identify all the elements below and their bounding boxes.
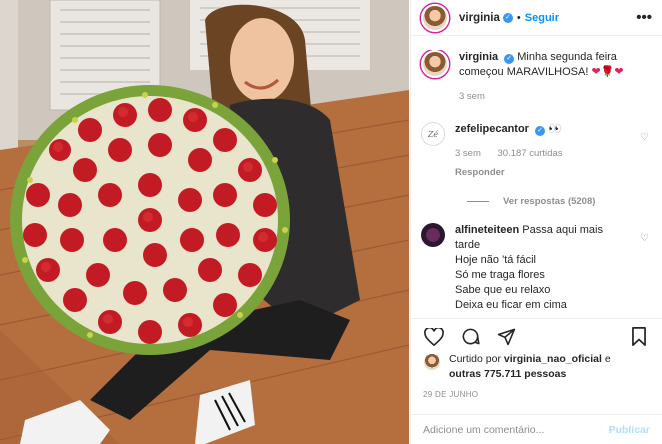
add-comment-bar: Publicar	[411, 414, 662, 444]
caption-time[interactable]: 3 sem	[459, 91, 485, 102]
separator-dot: •	[516, 11, 521, 24]
comments-list[interactable]: virginia ✓ Minha segunda feira começou M…	[411, 50, 662, 318]
caption: virginia ✓ Minha segunda feira começou M…	[421, 50, 652, 104]
comment-like-heart-icon[interactable]: ♡	[640, 233, 652, 244]
red-heart-emoji-icon: ❤	[591, 66, 601, 78]
liker-avatar[interactable]	[423, 353, 441, 371]
rose-emoji-icon: 🌹	[600, 66, 615, 78]
post-photo[interactable]	[0, 0, 409, 444]
likes-joiner: e	[604, 353, 611, 365]
comment-text-line: tarde	[455, 239, 481, 251]
commenter-avatar[interactable]	[421, 223, 445, 247]
author-username[interactable]: virginia	[459, 12, 500, 24]
comment-text-line: Deixa eu ficar em cima	[455, 299, 567, 311]
comment-text-line: Passa aqui mais	[522, 224, 603, 236]
comment-input[interactable]	[423, 423, 609, 436]
photo-illustration	[0, 0, 409, 444]
verified-badge-icon: ✓	[535, 126, 546, 136]
commenter-username[interactable]: zefelipecantor	[455, 123, 529, 135]
red-heart-emoji-icon: ❤	[614, 66, 624, 78]
follow-button[interactable]: Seguir	[525, 12, 559, 24]
verified-badge-icon: ✓	[504, 54, 515, 64]
comment-text-line: Hoje não 'tá fácil	[455, 254, 536, 266]
comment-like-heart-icon[interactable]: ♡	[640, 132, 652, 143]
verified-badge-icon: ✓	[502, 12, 513, 23]
more-options-button[interactable]: •••	[636, 9, 652, 26]
likes-prefix: Curtido por	[449, 353, 501, 365]
view-replies-button[interactable]: Ver respostas (5208)	[467, 196, 652, 207]
commenter-username[interactable]: alfineteiteen	[455, 224, 519, 236]
post-date[interactable]: 29 DE JUNHO	[423, 390, 478, 399]
likes-others-link[interactable]: outras 775.711 pessoas	[449, 368, 566, 380]
comment-item: Zé zefelipecantor ✓ 👀 3 sem 30.187 curti…	[421, 122, 652, 180]
liker-username[interactable]: virginia_nao_oficial	[504, 353, 602, 365]
post-header: virginia ✓ • Seguir •••	[411, 0, 662, 36]
bookmark-icon[interactable]	[628, 326, 650, 348]
comment-text-line: Só me traga flores	[455, 269, 545, 281]
comment-time[interactable]: 3 sem	[455, 148, 481, 159]
comment-item: alfineteiteen Passa aqui mais tarde Hoje…	[421, 223, 652, 313]
commenter-avatar[interactable]: Zé	[421, 122, 445, 146]
caption-avatar[interactable]	[421, 50, 449, 78]
heart-icon[interactable]	[423, 326, 445, 348]
publish-button[interactable]: Publicar	[609, 424, 650, 436]
action-bar	[411, 318, 662, 354]
caption-username[interactable]: virginia	[459, 51, 498, 63]
view-replies-label: Ver respostas (5208)	[503, 196, 596, 207]
comment-text: 👀	[548, 123, 562, 135]
paper-plane-icon[interactable]	[495, 326, 517, 348]
author-avatar[interactable]	[421, 3, 449, 32]
comment-icon[interactable]	[459, 326, 481, 348]
likes-summary: Curtido por virginia_nao_oficial e outra…	[423, 352, 652, 382]
reply-button[interactable]: Responder	[455, 167, 505, 178]
comment-text-line: Sabe que eu relaxo	[455, 284, 551, 296]
replies-divider	[467, 201, 489, 202]
comment-likes[interactable]: 30.187 curtidas	[498, 148, 563, 159]
post-sidebar: virginia ✓ • Seguir ••• virginia ✓ Minha…	[410, 0, 662, 444]
